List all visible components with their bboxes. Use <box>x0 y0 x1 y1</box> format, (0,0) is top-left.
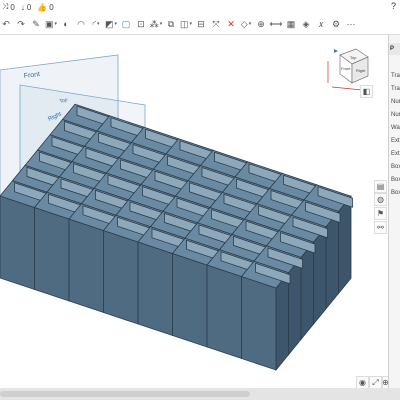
document-stats-bar: ⤨ 0 ↓ 0 👍 0 ? <box>0 0 400 14</box>
mate-connector-icon[interactable]: ⊕ <box>255 18 267 30</box>
tray-side-wall[interactable] <box>288 256 302 356</box>
feature-toolbar: ↶ ↷ ✎ ▣ ▾ ◐ ◠ ◜ ▾ ◩ ▾ ▢ ⊡ ⁂ ▾ ⧉ ◫ ▾ ⊟ ⤧ ✕ ◇ ▾ … <box>0 14 400 35</box>
properties-icon[interactable]: ⚑ <box>374 207 387 220</box>
tray-side-wall[interactable] <box>300 240 314 341</box>
panel-row-6[interactable]: Ext <box>389 135 400 148</box>
tray-side-wall[interactable] <box>325 210 339 310</box>
horizontal-scrollbar[interactable] <box>0 388 400 400</box>
sketch-icon[interactable]: ✎ <box>30 18 42 30</box>
tray-front-wall[interactable] <box>241 275 277 371</box>
panel-row-1[interactable]: Tra <box>389 70 400 83</box>
display-mode-icon[interactable]: ◧ <box>360 85 373 98</box>
custom-feature-icon[interactable]: ⚙ <box>330 18 342 30</box>
fillet-icon[interactable]: ◜ ▾ <box>90 18 102 30</box>
sweep-icon[interactable]: ◠ <box>75 18 87 30</box>
tray-front-wall[interactable] <box>137 241 173 337</box>
split-icon[interactable]: ⊟ <box>195 18 207 30</box>
rotate-left-icon[interactable] <box>334 49 338 53</box>
panel-row-2[interactable]: Tra <box>389 83 400 96</box>
downloads-stat[interactable]: ↓ 0 <box>21 3 31 12</box>
likes-count: 0 <box>49 2 54 12</box>
thumbs-up-icon: 👍 <box>37 2 48 12</box>
more-tools-icon[interactable]: ⋯ <box>345 18 357 30</box>
panel-row-10[interactable]: Box <box>389 187 400 200</box>
draft-icon[interactable]: ⊡ <box>135 18 147 30</box>
boolean-icon[interactable]: ◫ ▾ <box>180 18 192 30</box>
scrollbar-thumb[interactable] <box>0 391 250 397</box>
graphics-viewport[interactable]: Front Right Top Top Front Right ◧ ▤ ◍ ⚑ … <box>0 35 389 389</box>
tray-front-wall[interactable] <box>68 218 104 314</box>
panel-row-8[interactable]: Box <box>389 161 400 174</box>
copies-count: 0 <box>10 2 15 12</box>
revolve-icon[interactable]: ◐ <box>60 18 72 30</box>
likes-stat[interactable]: 👍 0 <box>37 3 53 12</box>
undo-icon[interactable]: ↶ <box>0 18 12 30</box>
cube-front-label: Front <box>341 66 351 71</box>
download-icon: ↓ <box>20 2 25 12</box>
shell-icon[interactable]: ▢ <box>120 18 132 30</box>
storage-tray-model[interactable] <box>0 103 353 372</box>
mirror-icon[interactable]: ⧉ <box>165 18 177 30</box>
redo-icon[interactable]: ↷ <box>15 18 27 30</box>
panel-row-7[interactable]: Ext <box>389 148 400 161</box>
panel-header: P <box>389 43 400 55</box>
appearance-icon[interactable]: ◈ <box>300 18 312 30</box>
downloads-count: 0 <box>26 2 32 12</box>
panel-row-5[interactable]: Wal <box>389 122 400 135</box>
variable-icon[interactable]: 𝑥 <box>315 18 327 30</box>
tray-side-wall[interactable] <box>275 271 289 372</box>
feature-dialog-panel: P Tra Tra Nur Nur Wal Ext Ext Box Box Bo… <box>388 35 400 388</box>
appearance-panel-icon[interactable]: ◍ <box>374 193 387 206</box>
section-icon[interactable]: ▦ <box>285 18 297 30</box>
tray-side-wall[interactable] <box>338 195 352 295</box>
delete-icon[interactable]: ✕ <box>225 18 237 30</box>
plane-icon[interactable]: ◇ ▾ <box>240 18 252 30</box>
tray-side-wall[interactable] <box>313 225 327 326</box>
cube-right-label: Right <box>356 68 366 73</box>
measure-icon[interactable]: ⟷ <box>270 18 283 30</box>
transform-icon[interactable]: ⤧ <box>210 18 222 30</box>
pattern-icon[interactable]: ⁂ ▾ <box>150 18 163 30</box>
panel-row-4[interactable]: Nur <box>389 109 400 122</box>
panel-row-3[interactable]: Nur <box>389 96 400 109</box>
extrude-icon[interactable]: ▣ ▾ <box>45 18 57 30</box>
tray-front-wall[interactable] <box>172 252 208 348</box>
copies-stat[interactable]: ⤨ 0 <box>2 2 15 12</box>
tray-front-wall[interactable] <box>206 264 242 360</box>
tray-front-wall[interactable] <box>0 195 35 291</box>
configurations-icon[interactable]: ⚯ <box>374 221 387 234</box>
copy-icon: ⤨ <box>2 2 9 11</box>
cube-top-label: Top <box>350 55 357 60</box>
chamfer-icon[interactable]: ◩ ▾ <box>105 18 117 30</box>
tray-front-wall[interactable] <box>34 206 70 302</box>
tray-front-wall[interactable] <box>103 229 139 325</box>
panel-row-9[interactable]: Box <box>389 174 400 187</box>
help-icon[interactable]: ? <box>391 1 396 11</box>
notes-icon[interactable]: ▤ <box>374 180 387 193</box>
